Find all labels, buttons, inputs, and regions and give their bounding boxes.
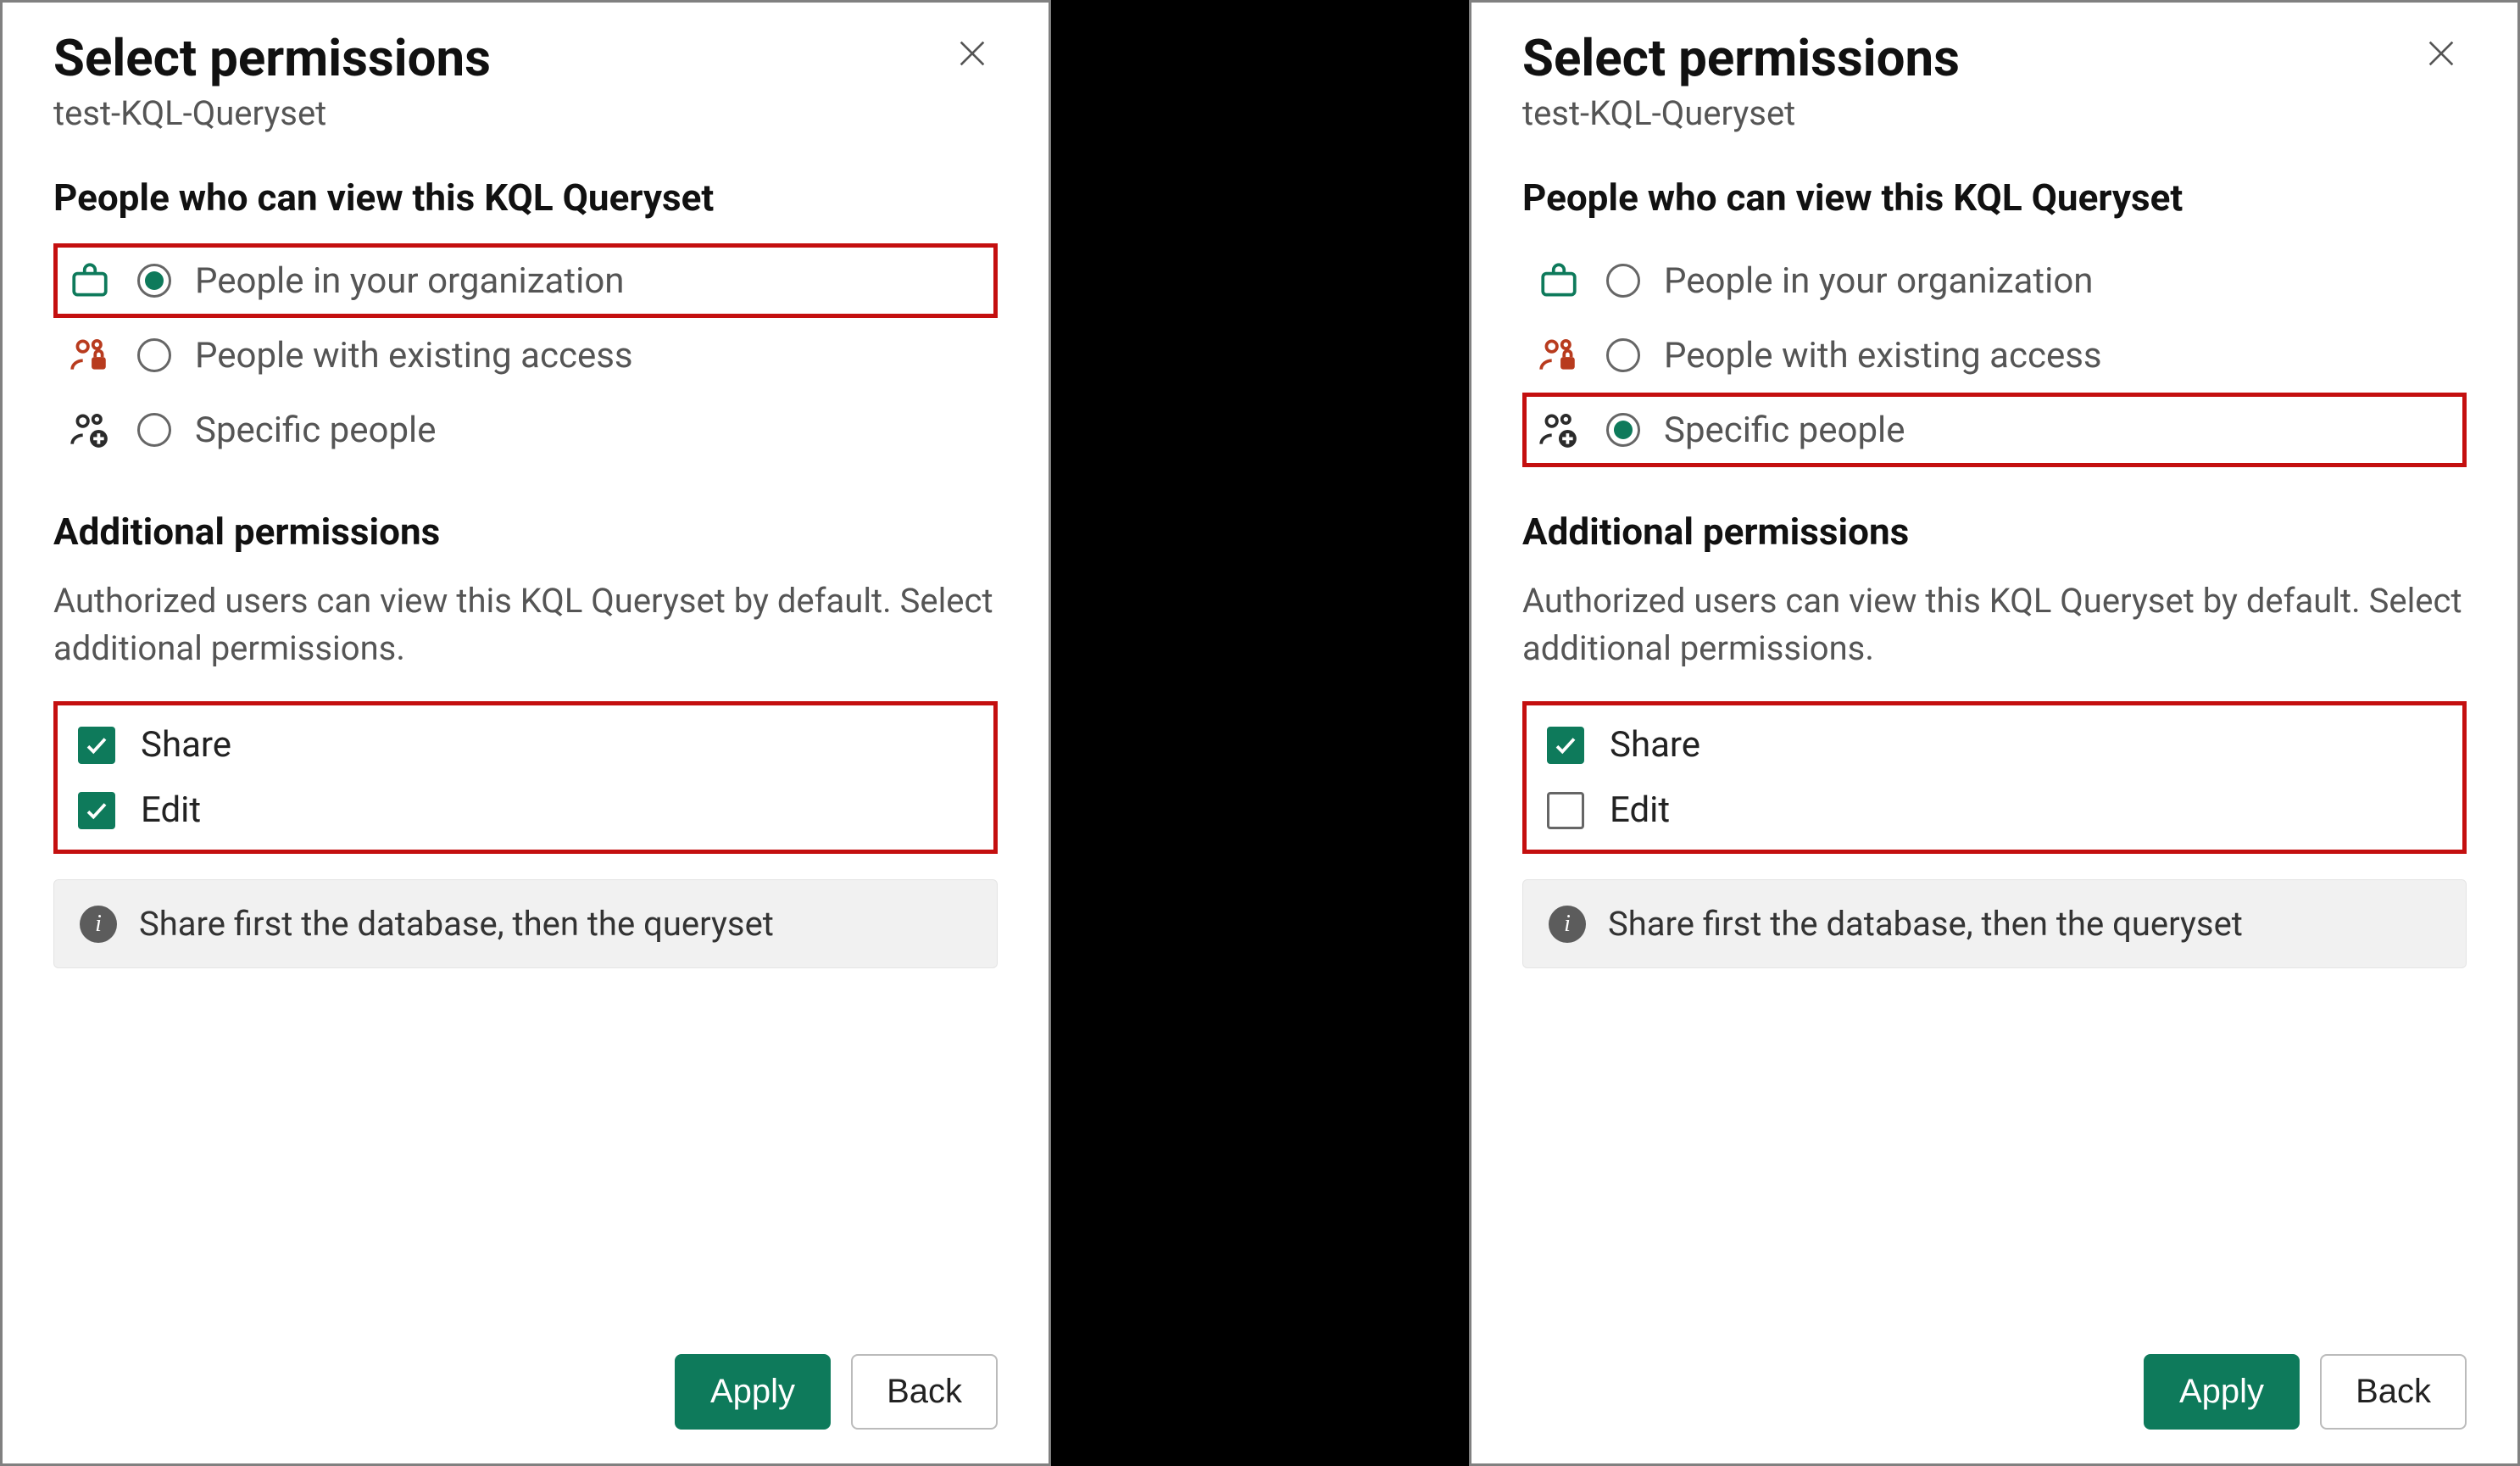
additional-section-desc: Authorized users can view this KQL Query…: [53, 577, 998, 672]
check-label: Share: [1610, 724, 1700, 766]
briefcase-icon: [1535, 259, 1583, 302]
info-text: Share first the database, then the query…: [139, 904, 774, 944]
option-label: People with existing access: [1664, 335, 2102, 376]
permissions-dialog-right: Select permissions test-KQL-Queryset Peo…: [1469, 0, 2520, 1466]
option-label: People with existing access: [195, 335, 633, 376]
close-button[interactable]: [2416, 28, 2467, 79]
dialog-subtitle: test-KQL-Queryset: [1522, 93, 1960, 133]
checkbox-input[interactable]: [78, 792, 115, 829]
additional-checks: Share Edit: [1522, 701, 2467, 854]
apply-button[interactable]: Apply: [675, 1354, 831, 1430]
people-options: People in your organization People with …: [1522, 243, 2467, 467]
dialog-footer: Apply Back: [53, 1354, 998, 1430]
checkbox-input[interactable]: [1547, 727, 1584, 764]
option-specific-people[interactable]: Specific people: [1522, 393, 2467, 467]
dialog-footer: Apply Back: [1522, 1354, 2467, 1430]
check-label: Edit: [141, 789, 201, 831]
permissions-dialog-left: Select permissions test-KQL-Queryset Peo…: [0, 0, 1051, 1466]
info-banner: i Share first the database, then the que…: [53, 879, 998, 968]
option-specific-people[interactable]: Specific people: [53, 393, 998, 467]
check-edit[interactable]: Edit: [58, 778, 993, 843]
info-icon: i: [1549, 906, 1586, 943]
people-lock-icon: [1535, 334, 1583, 376]
panel-gap: [1051, 0, 1407, 1466]
people-lock-icon: [66, 334, 114, 376]
info-text: Share first the database, then the query…: [1608, 904, 2243, 944]
option-label: People in your organization: [1664, 260, 2094, 302]
check-share[interactable]: Share: [58, 712, 993, 778]
dialog-subtitle: test-KQL-Queryset: [53, 93, 491, 133]
check-label: Share: [141, 724, 231, 766]
info-icon: i: [80, 906, 117, 943]
people-section-title: People who can view this KQL Queryset: [53, 176, 998, 220]
option-label: Specific people: [195, 410, 437, 451]
check-edit[interactable]: Edit: [1527, 778, 2462, 843]
people-add-icon: [1535, 409, 1583, 451]
people-options: People in your organization People with …: [53, 243, 998, 467]
radio-input[interactable]: [137, 264, 171, 298]
option-existing-access[interactable]: People with existing access: [53, 318, 998, 393]
radio-input[interactable]: [1606, 338, 1640, 372]
option-label: Specific people: [1664, 410, 1905, 451]
radio-input[interactable]: [137, 413, 171, 447]
check-label: Edit: [1610, 789, 1670, 831]
check-share[interactable]: Share: [1527, 712, 2462, 778]
dialog-title: Select permissions: [1522, 28, 1960, 88]
additional-checks: Share Edit: [53, 701, 998, 854]
radio-input[interactable]: [1606, 413, 1640, 447]
checkbox-input[interactable]: [1547, 792, 1584, 829]
option-people-org[interactable]: People in your organization: [53, 243, 998, 318]
checkbox-input[interactable]: [78, 727, 115, 764]
additional-section-desc: Authorized users can view this KQL Query…: [1522, 577, 2467, 672]
radio-input[interactable]: [137, 338, 171, 372]
briefcase-icon: [66, 259, 114, 302]
people-add-icon: [66, 409, 114, 451]
option-people-org[interactable]: People in your organization: [1522, 243, 2467, 318]
radio-input[interactable]: [1606, 264, 1640, 298]
info-banner: i Share first the database, then the que…: [1522, 879, 2467, 968]
close-icon: [2424, 36, 2458, 70]
additional-section-title: Additional permissions: [1522, 510, 2467, 554]
option-label: People in your organization: [195, 260, 625, 302]
apply-button[interactable]: Apply: [2144, 1354, 2300, 1430]
close-icon: [955, 36, 989, 70]
back-button[interactable]: Back: [2320, 1354, 2467, 1430]
additional-section-title: Additional permissions: [53, 510, 998, 554]
close-button[interactable]: [947, 28, 998, 79]
dialog-title: Select permissions: [53, 28, 491, 88]
option-existing-access[interactable]: People with existing access: [1522, 318, 2467, 393]
back-button[interactable]: Back: [851, 1354, 998, 1430]
people-section-title: People who can view this KQL Queryset: [1522, 176, 2467, 220]
